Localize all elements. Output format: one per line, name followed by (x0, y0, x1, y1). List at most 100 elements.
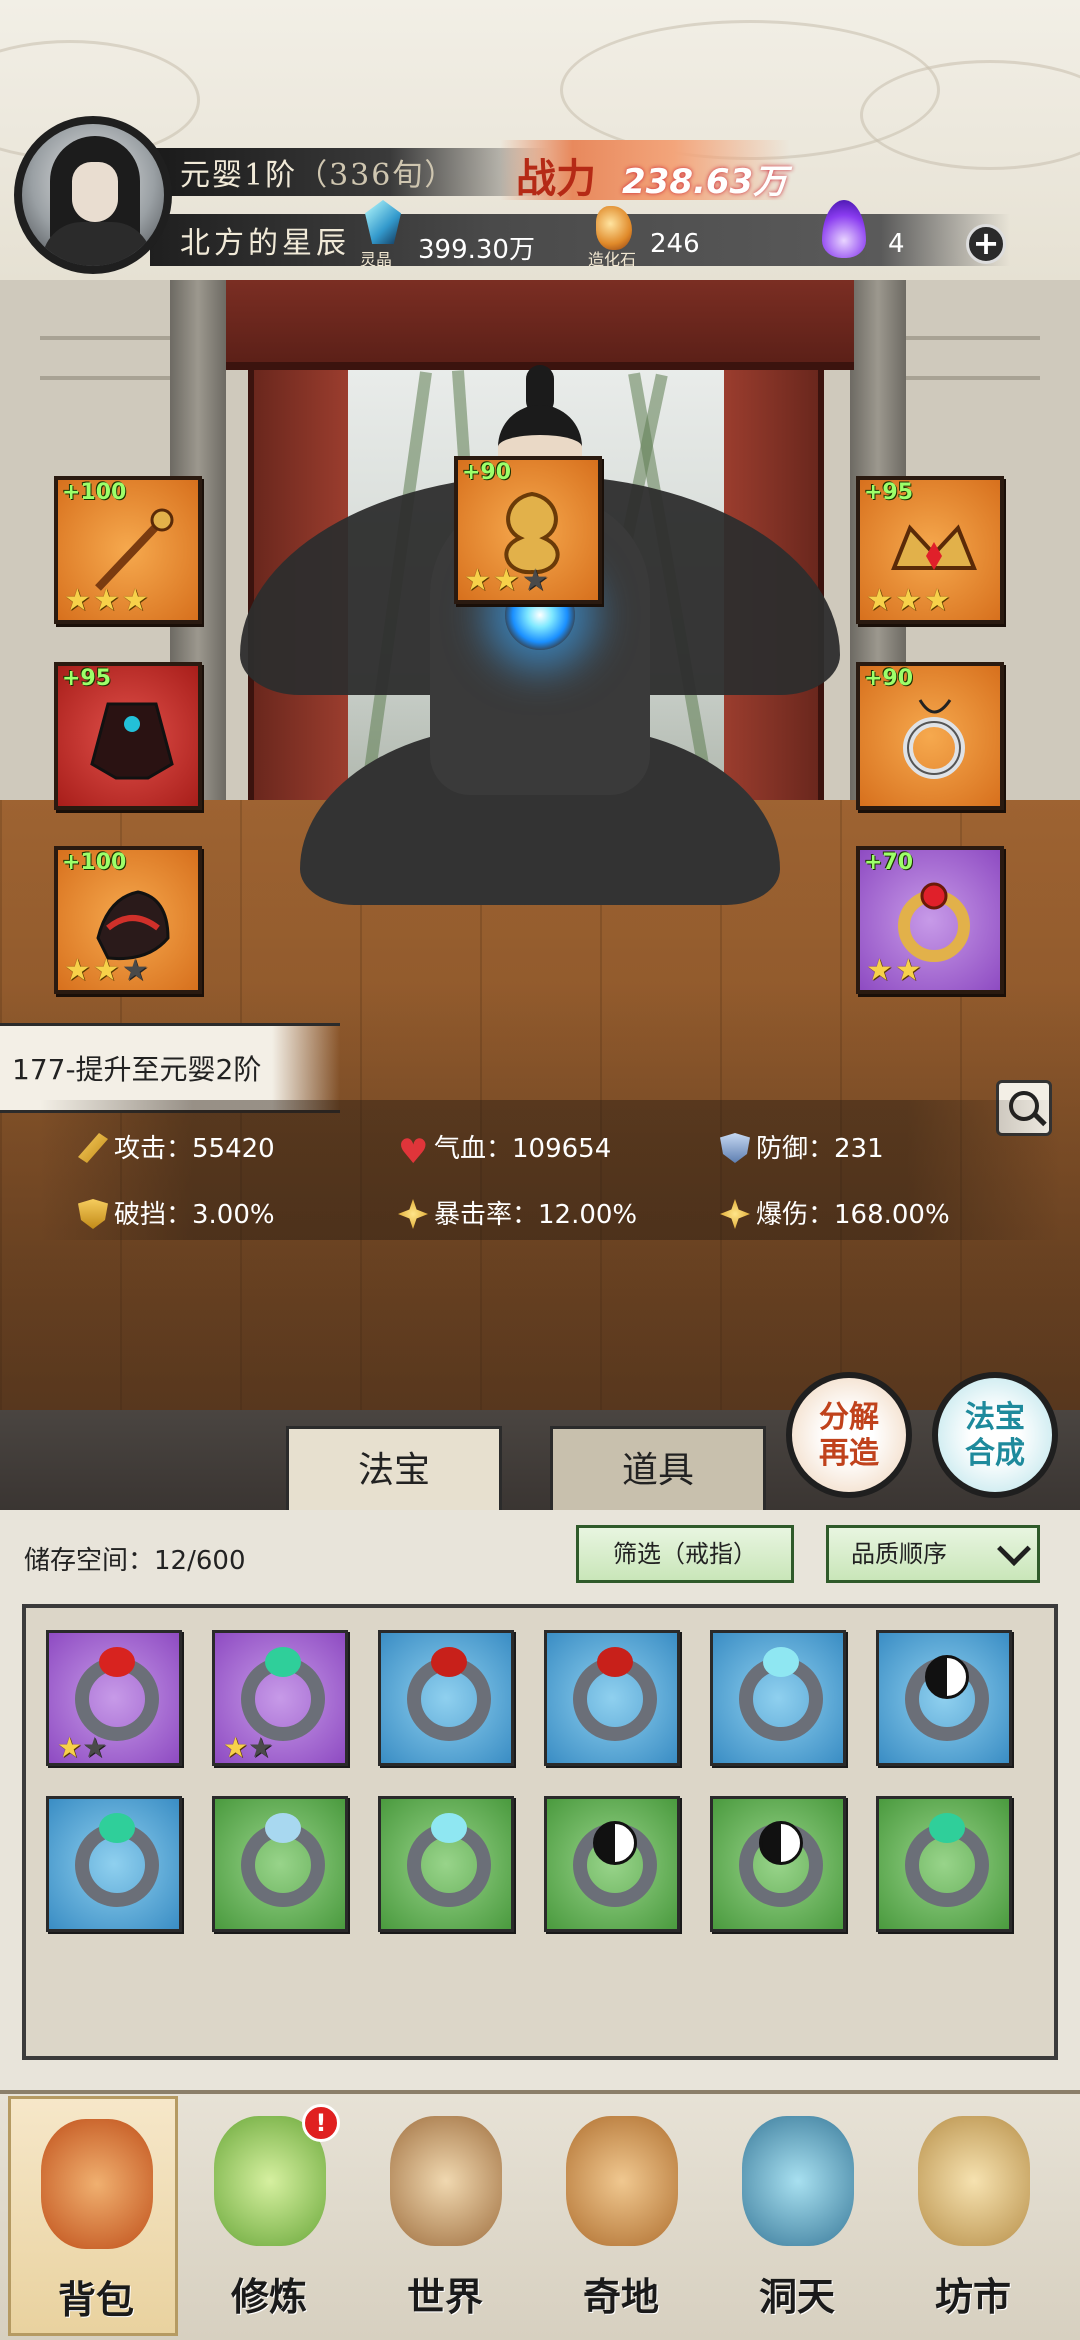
equip-slot-crown[interactable]: +95 ★★★ (856, 476, 1004, 624)
equip-slot-robe[interactable]: +95 (54, 662, 202, 810)
inventory-ring-item[interactable] (544, 1630, 680, 1766)
yinyang-icon (759, 1821, 803, 1865)
nav-label: 背包 (57, 2277, 134, 2322)
breakthrough-text[interactable]: 177-提升至元婴2阶 (12, 1048, 261, 1088)
tab-treasure[interactable]: 法宝 (286, 1426, 502, 1510)
stat-crit-damage: 爆伤：168.00% (720, 1194, 950, 1231)
equip-slot-staff[interactable]: +100 ★★★ (54, 476, 202, 624)
nav-item-5[interactable]: 坊市 (888, 2096, 1058, 2336)
equip-slot-boots[interactable]: +100 ★★★ (54, 846, 202, 994)
gem-icon (929, 1813, 965, 1843)
nav-item-1[interactable]: 修炼! (184, 2096, 354, 2336)
robe-icon (88, 694, 176, 782)
slot-stars: ★★★ (64, 583, 151, 618)
player-age: （336旬） (297, 158, 457, 193)
cave-heaven-icon (742, 2116, 854, 2246)
inventory-ring-item[interactable]: ★★ (46, 1630, 182, 1766)
inventory-ring-item[interactable] (378, 1630, 514, 1766)
market-stall-icon (918, 2116, 1030, 2246)
inventory-ring-item[interactable] (212, 1796, 348, 1932)
equip-slot-ring[interactable]: +70 ★★ (856, 846, 1004, 994)
slot-level: +95 (864, 480, 914, 505)
tab-strip (0, 1410, 1080, 1510)
nav-item-3[interactable]: 奇地 (536, 2096, 706, 2336)
nav-label: 世界 (406, 2274, 483, 2319)
stat-hp: ♥ 气血：109654 (398, 1132, 612, 1172)
shield-icon (720, 1133, 750, 1163)
gem-icon (99, 1647, 135, 1677)
item-stars: ★★ (57, 1731, 108, 1764)
sword-icon (78, 1133, 108, 1163)
inventory-ring-item[interactable] (378, 1796, 514, 1932)
slot-level: +70 (864, 850, 914, 875)
yinyang-icon (593, 1821, 637, 1865)
stat-defense: 防御：231 (720, 1128, 884, 1165)
sort-dropdown[interactable]: 品质顺序 (826, 1525, 1040, 1583)
gem-icon (431, 1813, 467, 1843)
yinyang-icon (925, 1655, 969, 1699)
gem-icon (265, 1647, 301, 1677)
world-scroll-icon (390, 2116, 502, 2246)
player-avatar[interactable] (14, 116, 172, 274)
nav-label: 坊市 (934, 2274, 1011, 2319)
spirit-crystal-caption: 灵晶 (360, 250, 393, 269)
equip-slot-talisman[interactable]: +90 ★★★ (454, 456, 602, 604)
purple-flame-value: 4 (888, 229, 905, 259)
inventory-ring-item[interactable] (710, 1796, 846, 1932)
notification-badge: ! (302, 2104, 340, 2142)
chevron-down-icon (997, 1532, 1031, 1566)
inventory-ring-item[interactable] (46, 1796, 182, 1932)
slot-level: +95 (62, 666, 112, 691)
slot-level: +90 (864, 666, 914, 691)
nav-item-0[interactable]: 背包 (8, 2096, 178, 2336)
slot-stars: ★★ (866, 953, 924, 988)
creation-stone-icon (596, 206, 632, 250)
cultivation-rank: 元婴1阶（336旬） (180, 158, 457, 193)
cultivator-character (240, 365, 840, 955)
inventory-ring-item[interactable] (876, 1796, 1012, 1932)
combat-power-value: 238.63万 (622, 162, 788, 202)
tab-items[interactable]: 道具 (550, 1426, 766, 1510)
crit-burst-icon (398, 1199, 428, 1229)
inventory-ring-item[interactable]: ★★ (212, 1630, 348, 1766)
heart-icon: ♥ (398, 1132, 429, 1172)
broken-shield-icon (78, 1199, 108, 1229)
item-stars: ★★ (223, 1731, 274, 1764)
nav-label: 洞天 (758, 2274, 835, 2319)
nav-label: 修炼 (230, 2274, 307, 2319)
treasure-synthesis-button[interactable]: 法宝 合成 (932, 1372, 1058, 1498)
equip-slot-pendant[interactable]: +90 (856, 662, 1004, 810)
slot-stars: ★★★ (866, 583, 953, 618)
creation-stone-value: 246 (650, 229, 700, 259)
slot-level: +90 (462, 460, 512, 485)
nav-item-2[interactable]: 世界 (360, 2096, 530, 2336)
slot-level: +100 (62, 480, 127, 505)
inventory-ring-item[interactable] (544, 1796, 680, 1932)
mystic-land-icon (566, 2116, 678, 2246)
gem-icon (265, 1813, 301, 1843)
backpack-icon (41, 2119, 153, 2249)
gem-icon (763, 1647, 799, 1677)
gem-icon (431, 1647, 467, 1677)
nav-item-4[interactable]: 洞天 (712, 2096, 882, 2336)
inventory-ring-item[interactable] (710, 1630, 846, 1766)
gem-icon (597, 1647, 633, 1677)
player-name: 北方的星辰 (180, 226, 350, 261)
stat-attack: 攻击：55420 (78, 1128, 275, 1165)
stat-break-block: 破挡：3.00% (78, 1194, 275, 1231)
dismantle-reforge-button[interactable]: 分解 再造 (786, 1372, 912, 1498)
creation-stone-caption: 造化石 (588, 250, 637, 269)
slot-stars: ★★★ (464, 563, 551, 598)
filter-button[interactable]: 筛选（戒指） (576, 1525, 794, 1583)
crit-damage-icon (720, 1199, 750, 1229)
slot-level: +100 (62, 850, 127, 875)
stat-crit-rate: 暴击率：12.00% (398, 1194, 637, 1231)
pendant-icon (890, 694, 978, 782)
storage-capacity: 储存空间：12/600 (24, 1546, 246, 1576)
gem-icon (99, 1813, 135, 1843)
add-resource-button[interactable]: + (966, 224, 1006, 264)
inventory-ring-item[interactable] (876, 1630, 1012, 1766)
combat-power-label: 战力 (516, 155, 596, 202)
spirit-crystal-value: 399.30万 (418, 235, 535, 265)
nav-label: 奇地 (582, 2274, 659, 2319)
